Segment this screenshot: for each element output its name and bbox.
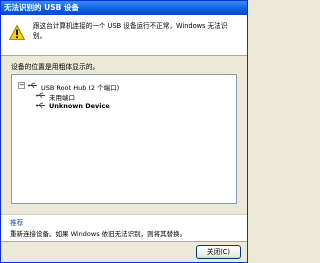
close-button[interactable]: 关闭(C) (196, 245, 241, 259)
usb-icon (28, 82, 37, 89)
warning-icon (9, 25, 25, 40)
tree-expander[interactable]: − (18, 82, 25, 89)
location-label: 设备的位置是用粗体显示的。 (11, 63, 100, 71)
recommendation-panel: 推荐 重新连接设备。如果 Windows 依旧无法识别，则将其替换。 (1, 214, 247, 242)
device-tree[interactable]: − USB Root Hub (2 个端口) 未用端口 Unknown Devi… (11, 74, 237, 204)
recommendation-title: 推荐 (10, 219, 24, 227)
error-message: 跟这台计算机连接的一个 USB 设备运行不正常，Windows 无法识别。 (33, 22, 228, 40)
window-title: 无法识别的 USB 设备 (4, 3, 79, 12)
tree-item-unused-port[interactable]: 未用端口 (49, 92, 75, 102)
message-panel: 跟这台计算机连接的一个 USB 设备运行不正常，Windows 无法识别。 (1, 15, 247, 56)
usb-icon (36, 102, 45, 109)
tree-root-label[interactable]: USB Root Hub (2 个端口) (41, 82, 119, 92)
tree-item-unknown-device[interactable]: Unknown Device (49, 102, 110, 110)
title-bar[interactable]: 无法识别的 USB 设备 (1, 1, 247, 15)
dialog-window: 无法识别的 USB 设备 跟这台计算机连接的一个 USB 设备运行不正常，Win… (0, 0, 248, 263)
recommendation-text: 重新连接设备。如果 Windows 依旧无法识别，则将其替换。 (10, 230, 187, 238)
usb-icon (36, 92, 45, 99)
